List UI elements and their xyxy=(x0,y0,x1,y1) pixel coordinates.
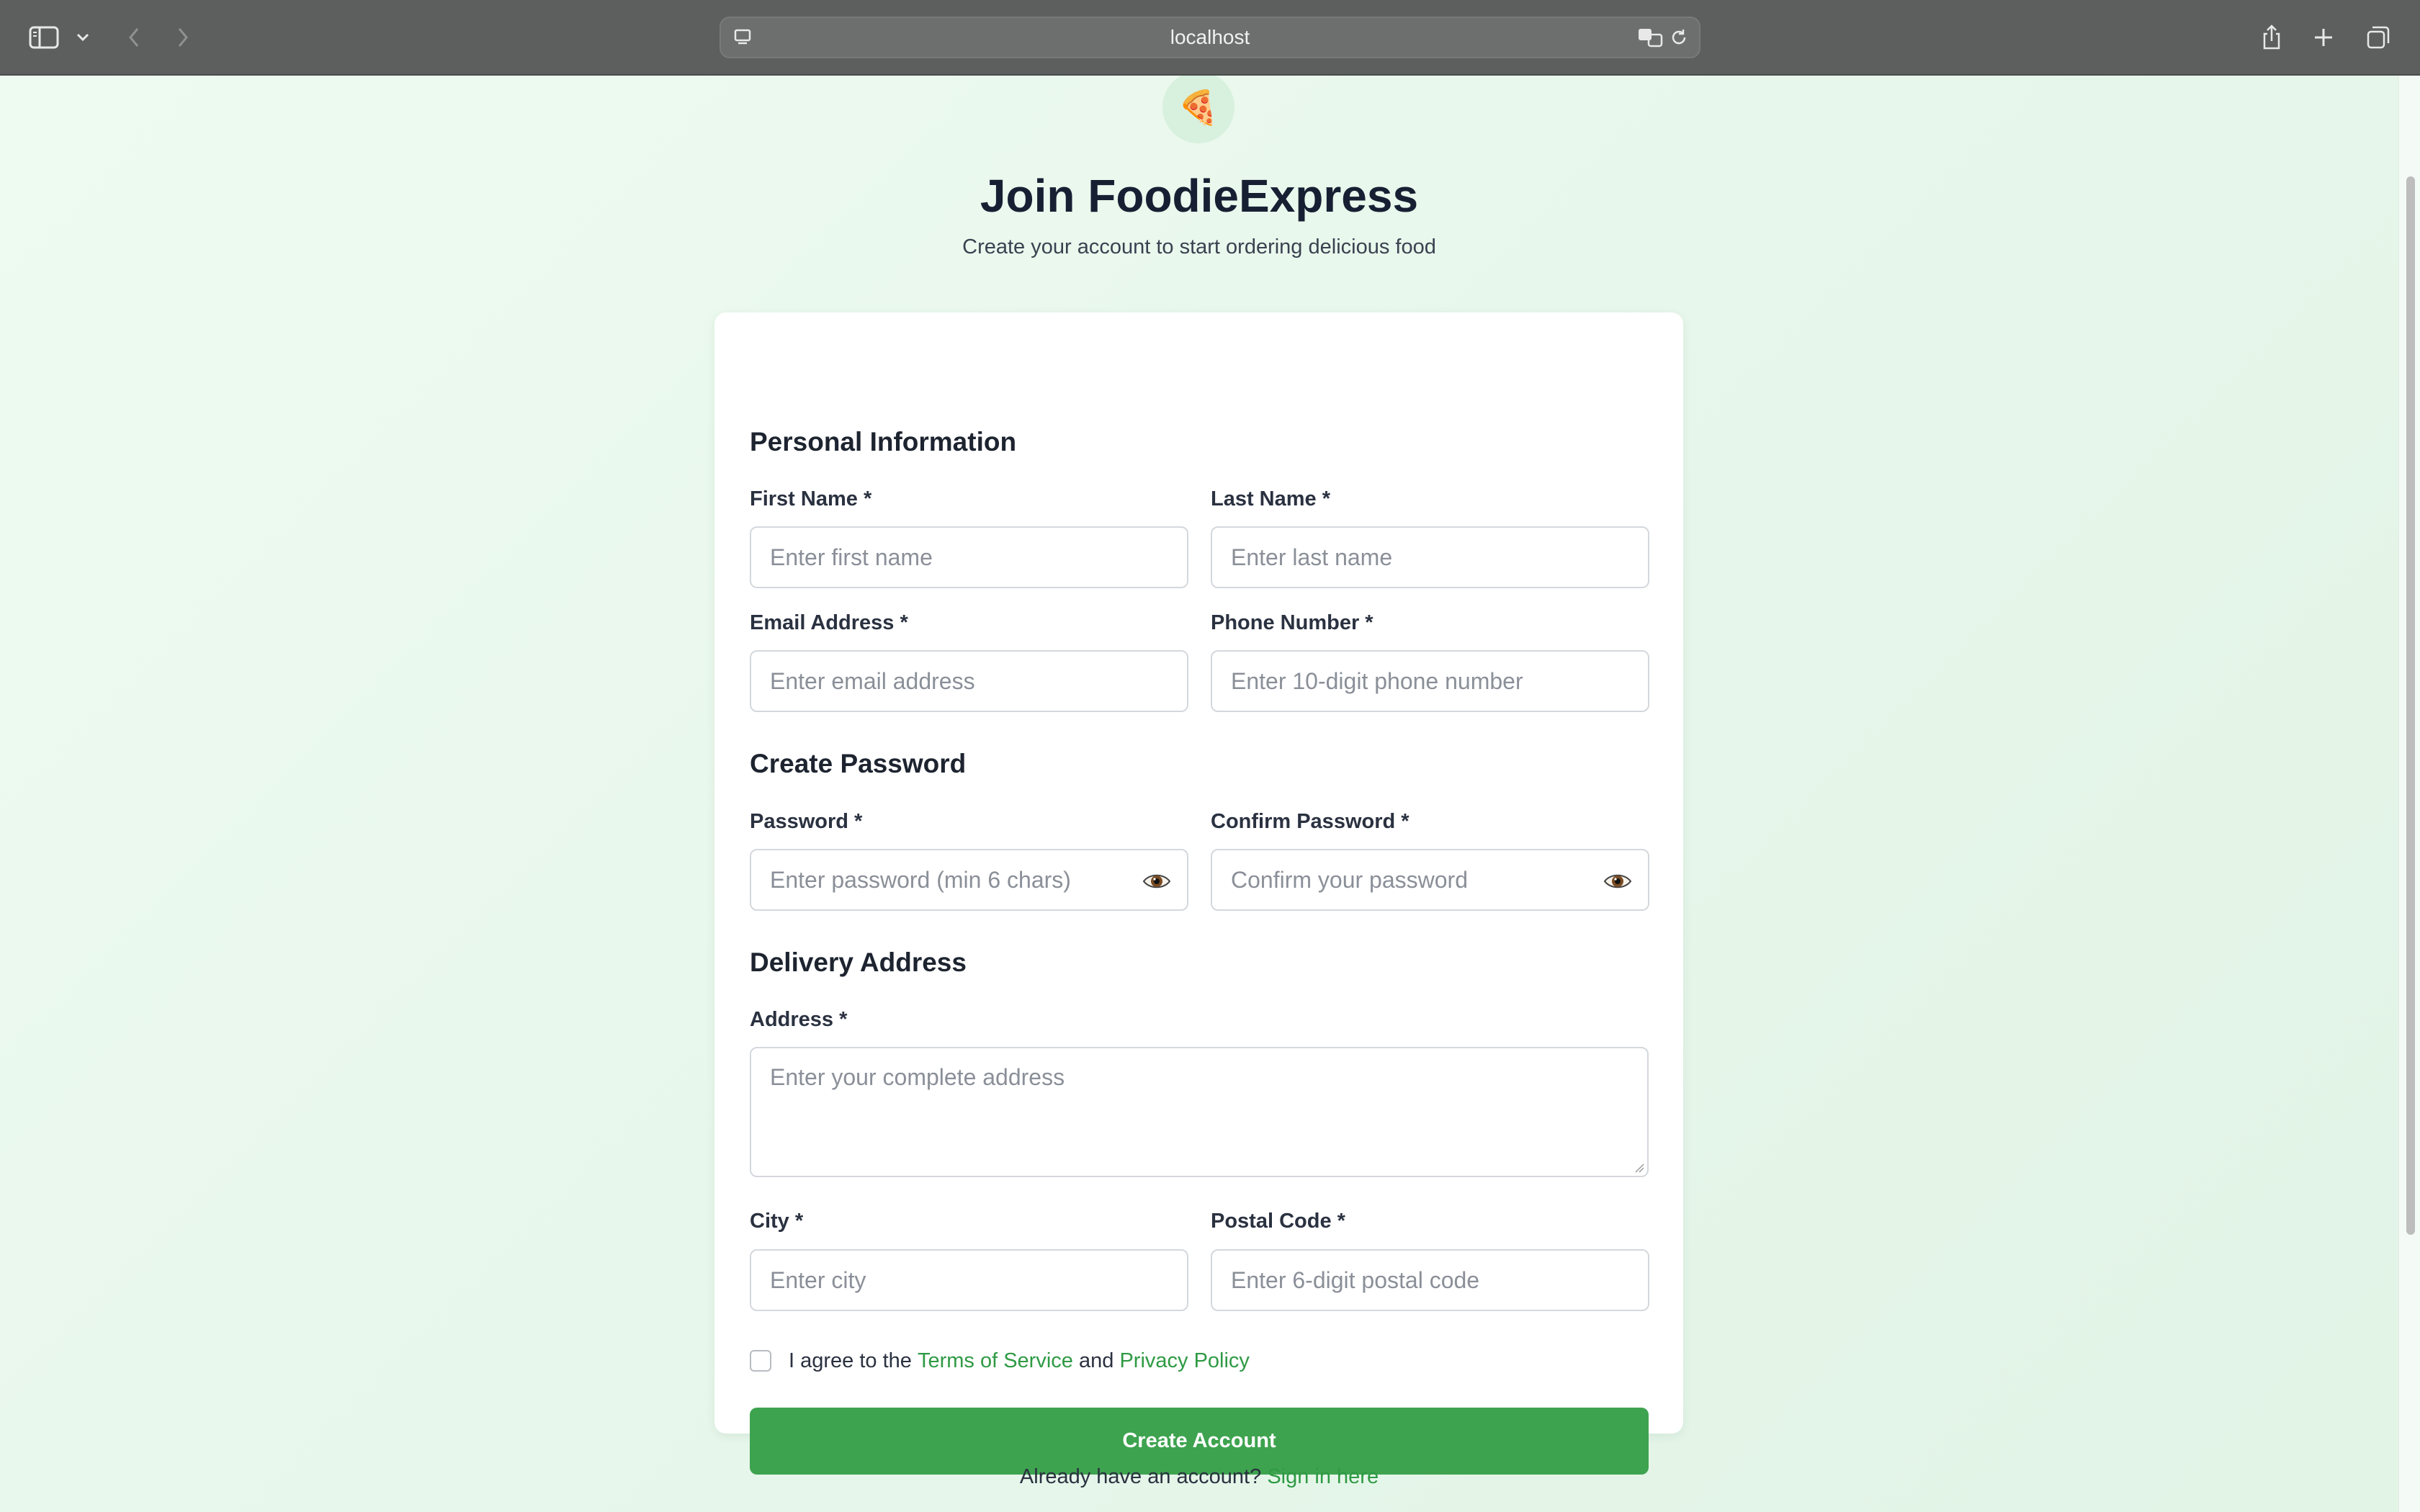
phone-label: Phone Number * xyxy=(1211,611,1373,634)
chevron-down-icon[interactable] xyxy=(72,16,94,59)
confirm-password-placeholder: Confirm your password xyxy=(1231,866,1468,893)
postal-code-label: Postal Code * xyxy=(1211,1210,1345,1233)
first-name-label: First Name * xyxy=(750,487,872,510)
eye-icon[interactable] xyxy=(1603,867,1632,896)
terms-checkbox[interactable] xyxy=(750,1350,771,1372)
signin-link[interactable]: Sign in here xyxy=(1267,1465,1379,1488)
new-tab-icon[interactable] xyxy=(2309,16,2338,59)
forward-icon[interactable] xyxy=(170,16,196,59)
email-input[interactable]: Enter email address xyxy=(750,650,1188,712)
sidebar-toggle-icon[interactable] xyxy=(26,16,62,59)
share-icon[interactable] xyxy=(2257,16,2286,59)
page-title: Join FoodieExpress xyxy=(980,170,1419,222)
resize-grip-icon[interactable] xyxy=(1634,1163,1644,1173)
confirm-password-input[interactable]: Confirm your password xyxy=(1211,849,1649,911)
address-label: Address * xyxy=(750,1008,848,1031)
section-title-delivery: Delivery Address xyxy=(750,948,967,977)
scrollbar[interactable] xyxy=(2398,76,2420,1512)
address-textarea[interactable]: Enter your complete address xyxy=(750,1047,1649,1177)
address-bar[interactable]: localhost xyxy=(720,17,1700,58)
url-text: localhost xyxy=(1170,26,1250,48)
postal-code-input[interactable]: Enter 6-digit postal code xyxy=(1211,1249,1649,1311)
scrollbar-thumb[interactable] xyxy=(2406,176,2415,1235)
logo-icon: 🍕 xyxy=(1162,76,1234,143)
password-label: Password * xyxy=(750,810,863,833)
section-title-personal: Personal Information xyxy=(750,427,1017,456)
signin-prompt-text: Already have an account? xyxy=(1019,1465,1262,1488)
email-label: Email Address * xyxy=(750,611,908,634)
city-input[interactable]: Enter city xyxy=(750,1249,1188,1311)
signup-form-card: Personal Information First Name * Enter … xyxy=(714,312,1683,1475)
address-placeholder: Enter your complete address xyxy=(770,1064,1065,1090)
translate-icon[interactable] xyxy=(1636,18,1664,57)
browser-toolbar: localhost xyxy=(0,0,2420,76)
tab-overview-icon[interactable] xyxy=(2364,16,2393,59)
password-placeholder: Enter password (min 6 chars) xyxy=(770,866,1071,893)
section-title-password: Create Password xyxy=(750,749,967,778)
confirm-password-label: Confirm Password * xyxy=(1211,810,1410,833)
privacy-link[interactable]: Privacy Policy xyxy=(1119,1349,1250,1373)
terms-agreement: I agree to the Terms of Service and Priv… xyxy=(750,1346,1250,1375)
city-label: City * xyxy=(750,1210,804,1233)
agree-and: and xyxy=(1078,1349,1114,1372)
terms-link[interactable]: Terms of Service xyxy=(918,1349,1073,1373)
back-icon[interactable] xyxy=(121,16,147,59)
page-subtitle: Create your account to start ordering de… xyxy=(962,235,1436,258)
last-name-input[interactable]: Enter last name xyxy=(1211,526,1649,588)
reload-icon[interactable] xyxy=(1666,18,1692,57)
page-viewport: 🍕 Join FoodieExpress Create your account… xyxy=(0,76,2398,1512)
last-name-label: Last Name * xyxy=(1211,487,1331,510)
first-name-input[interactable]: Enter first name xyxy=(750,526,1188,588)
pizza-icon: 🍕 xyxy=(1178,88,1219,126)
phone-input[interactable]: Enter 10-digit phone number xyxy=(1211,650,1649,712)
signin-prompt: Already have an account? Sign in here xyxy=(0,1465,2398,1489)
eye-icon[interactable] xyxy=(1142,867,1171,896)
password-input[interactable]: Enter password (min 6 chars) xyxy=(750,849,1188,911)
agree-prefix: I agree to the xyxy=(789,1349,912,1372)
